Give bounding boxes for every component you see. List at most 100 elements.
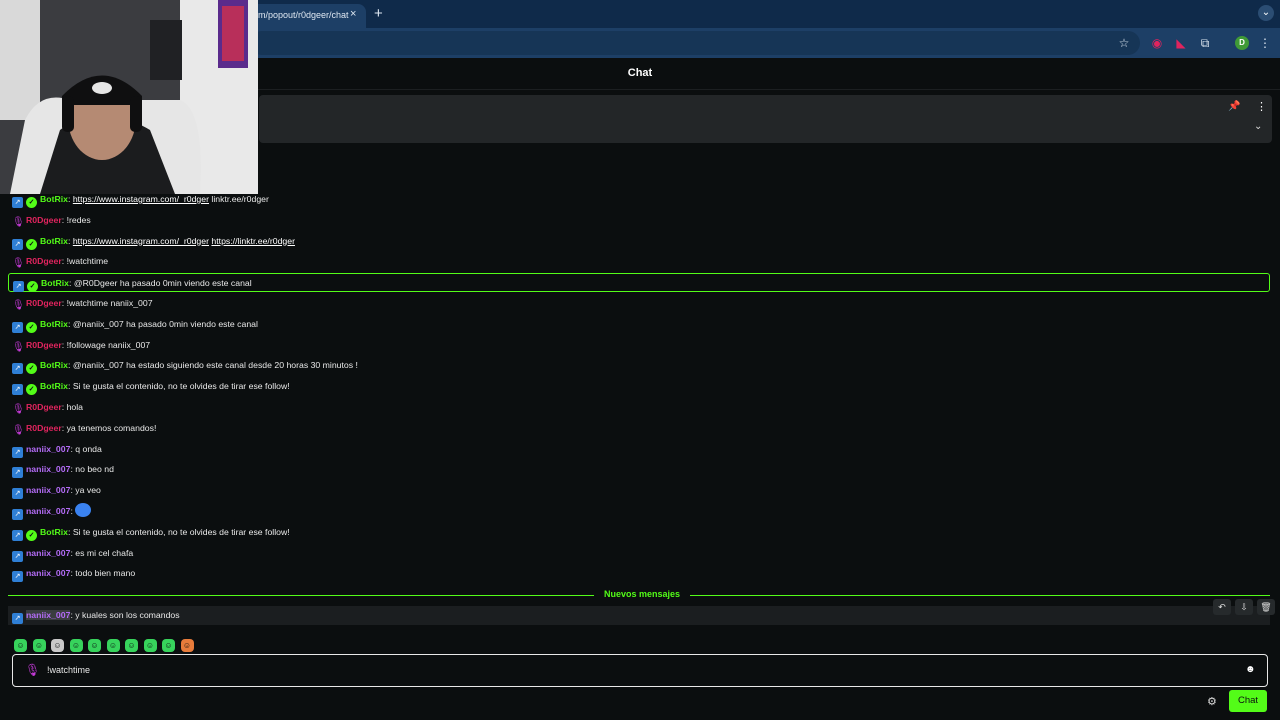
kick-badge-icon: ↗	[12, 571, 23, 583]
streamer-webcam-image	[0, 0, 258, 194]
message-username[interactable]: R0Dgeer	[26, 340, 62, 350]
chat-message-hovered[interactable]: ↗ naniix_007: y kuales son los comandos	[8, 606, 1270, 625]
chat-message[interactable]: 🎙R0Dgeer: !followage naniix_007	[8, 336, 1270, 355]
chat-message[interactable]: ↗ naniix_007: q onda	[8, 440, 1270, 459]
message-username[interactable]: R0Dgeer	[26, 215, 62, 225]
message-username[interactable]: BotRix	[40, 194, 68, 204]
message-username[interactable]: BotRix	[40, 360, 68, 370]
chat-message[interactable]: ↗ ✓ BotRix: @naniix_007 ha estado siguiend…	[8, 356, 1270, 375]
message-username[interactable]: R0Dgeer	[26, 402, 62, 412]
kick-badge-icon: ↗	[12, 363, 23, 375]
message-text: es mi cel chafa	[75, 547, 134, 558]
kick-badge-icon: ↗	[12, 197, 23, 208]
reply-icon[interactable]: ↶	[1213, 599, 1231, 615]
kick-badge-icon: ↗	[12, 550, 23, 562]
verified-badge-icon: ✓	[26, 321, 37, 333]
emote-icon[interactable]: ☺	[143, 639, 157, 652]
chat-input[interactable]: 🎙 !watchtime ☻	[12, 654, 1268, 687]
verified-badge-icon: ✓	[26, 529, 37, 541]
message-text: !watchtime naniix_007	[66, 298, 153, 308]
divider-line	[690, 595, 1270, 596]
verified-badge-icon: ✓	[26, 363, 37, 375]
message-username[interactable]: naniix_007	[26, 485, 70, 495]
message-username[interactable]: BotRix	[40, 319, 68, 329]
chat-message[interactable]: 🎙R0Dgeer: !watchtime naniix_007	[8, 294, 1270, 313]
emote-icon[interactable]: ☺	[125, 639, 138, 652]
message-username[interactable]: R0Dgeer	[26, 256, 62, 266]
message-username[interactable]: BotRix	[41, 278, 69, 288]
emote-icon[interactable]: ☺	[162, 639, 175, 652]
emote-icon[interactable]: ☺	[106, 639, 120, 652]
message-text: linktr.ee/r0dger	[209, 194, 269, 204]
verified-badge-icon: ✓	[27, 281, 38, 293]
broadcaster-mic-icon: 🎙	[12, 216, 25, 228]
kick-badge-icon: ↗	[12, 384, 23, 396]
kick-badge-icon: ↗	[12, 529, 23, 541]
message-link[interactable]: https://linktr.ee/r0dger	[211, 236, 295, 246]
chat-message[interactable]: 🎙R0Dgeer: !redes	[8, 211, 1270, 230]
message-text: !watchtime	[66, 256, 109, 267]
message-text: @R0Dgeer ha pasado 0min viendo este cana…	[73, 278, 252, 289]
kick-badge-icon: ↗	[12, 238, 23, 250]
message-link[interactable]: https://www.instagram.com/_r0dger	[73, 236, 209, 246]
chat-message[interactable]: ↗ ✓ BotRix: @naniix_007 ha pasado 0min vie…	[8, 315, 1270, 334]
message-username[interactable]: naniix_007	[26, 464, 70, 474]
message-text: @naniix_007 ha estado siguiendo este can…	[72, 360, 358, 371]
message-text: y kuales son los comandos	[75, 610, 180, 620]
emote-icon[interactable]: ☺	[69, 639, 83, 652]
message-text: !followage naniix_007	[66, 339, 151, 350]
emote-icon[interactable]: ☺	[180, 639, 194, 652]
broadcaster-mic-icon: 🎙	[12, 300, 25, 311]
chat-message[interactable]: ↗ naniix_007: ya veo	[8, 481, 1270, 500]
delete-icon[interactable]: 🗑	[1257, 599, 1275, 615]
message-text: ya veo	[75, 485, 101, 496]
message-username[interactable]: naniix_007	[26, 568, 70, 578]
kick-badge-icon: ↗	[12, 446, 23, 458]
send-chat-button[interactable]: Chat	[1229, 690, 1267, 712]
message-username[interactable]: BotRix	[40, 527, 68, 537]
chat-message[interactable]: ↗ ✓ BotRix: Si te gusta el contenido, no t…	[8, 377, 1270, 396]
message-username[interactable]: naniix_007	[26, 444, 70, 454]
broadcaster-mic-icon: 🎙	[12, 424, 25, 436]
chat-message[interactable]: ↗ naniix_007: no beo nd	[8, 460, 1270, 479]
message-username[interactable]: naniix_007	[26, 548, 70, 558]
chat-message[interactable]: 🎙R0Dgeer: hola	[8, 398, 1270, 417]
message-username[interactable]: BotRix	[40, 236, 68, 246]
emote-icon[interactable]: ☺	[32, 639, 46, 652]
message-username[interactable]: naniix_007	[26, 610, 71, 620]
emoji-picker-icon[interactable]: ☻	[1245, 664, 1256, 675]
kick-badge-icon: ↗	[13, 281, 24, 293]
kick-badge-icon: ↗	[12, 321, 23, 333]
kick-badge-icon: ↗	[12, 613, 23, 624]
message-link[interactable]: https://www.instagram.com/_r0dger	[73, 194, 209, 204]
emote-icon[interactable]: ☺	[88, 639, 101, 652]
chat-message[interactable]: ↗ ✓ BotRix: @R0Dgeer ha pasado 0min viendo…	[8, 273, 1270, 293]
chat-input-text[interactable]: !watchtime	[47, 665, 90, 675]
message-username[interactable]: R0Dgeer	[26, 298, 62, 308]
chat-message[interactable]: ↗ naniix_007: es mi cel chafa	[8, 544, 1270, 563]
emote-icon[interactable]: ☺	[14, 639, 27, 652]
message-username[interactable]: BotRix	[40, 381, 68, 391]
verified-badge-icon: ✓	[26, 384, 37, 396]
verified-badge-icon: ✓	[26, 238, 37, 250]
chat-message[interactable]: ↗ naniix_007: todo bien mano	[8, 564, 1270, 583]
gear-icon[interactable]: ⚙	[1207, 695, 1217, 708]
emote-image	[75, 503, 92, 517]
emote-icon[interactable]: ☺	[51, 639, 64, 652]
chat-message[interactable]: ↗ naniix_007:	[8, 502, 1270, 521]
broadcaster-mic-icon: 🎙	[25, 663, 41, 677]
chat-message[interactable]: 🎙R0Dgeer: ya tenemos comandos!	[8, 419, 1270, 438]
message-username[interactable]: naniix_007	[26, 506, 70, 516]
divider-line	[8, 595, 594, 596]
chat-message[interactable]: ↗ ✓ BotRix: https://www.instagram.com/_r0d…	[8, 232, 1270, 251]
message-text: !redes	[66, 214, 91, 225]
new-messages-label: Nuevos mensajes	[603, 589, 681, 599]
chat-message[interactable]: 🎙R0Dgeer: !watchtime	[8, 252, 1270, 271]
message-text: q onda	[75, 443, 102, 454]
chat-message[interactable]: ↗ ✓ BotRix: Si te gusta el contenido, no t…	[8, 523, 1270, 542]
message-text: todo bien mano	[75, 568, 136, 579]
message-username[interactable]: R0Dgeer	[26, 423, 62, 433]
broadcaster-mic-icon: 🎙	[12, 404, 25, 415]
pin-message-icon[interactable]: ⇩	[1235, 599, 1253, 615]
kick-badge-icon: ↗	[12, 509, 23, 520]
